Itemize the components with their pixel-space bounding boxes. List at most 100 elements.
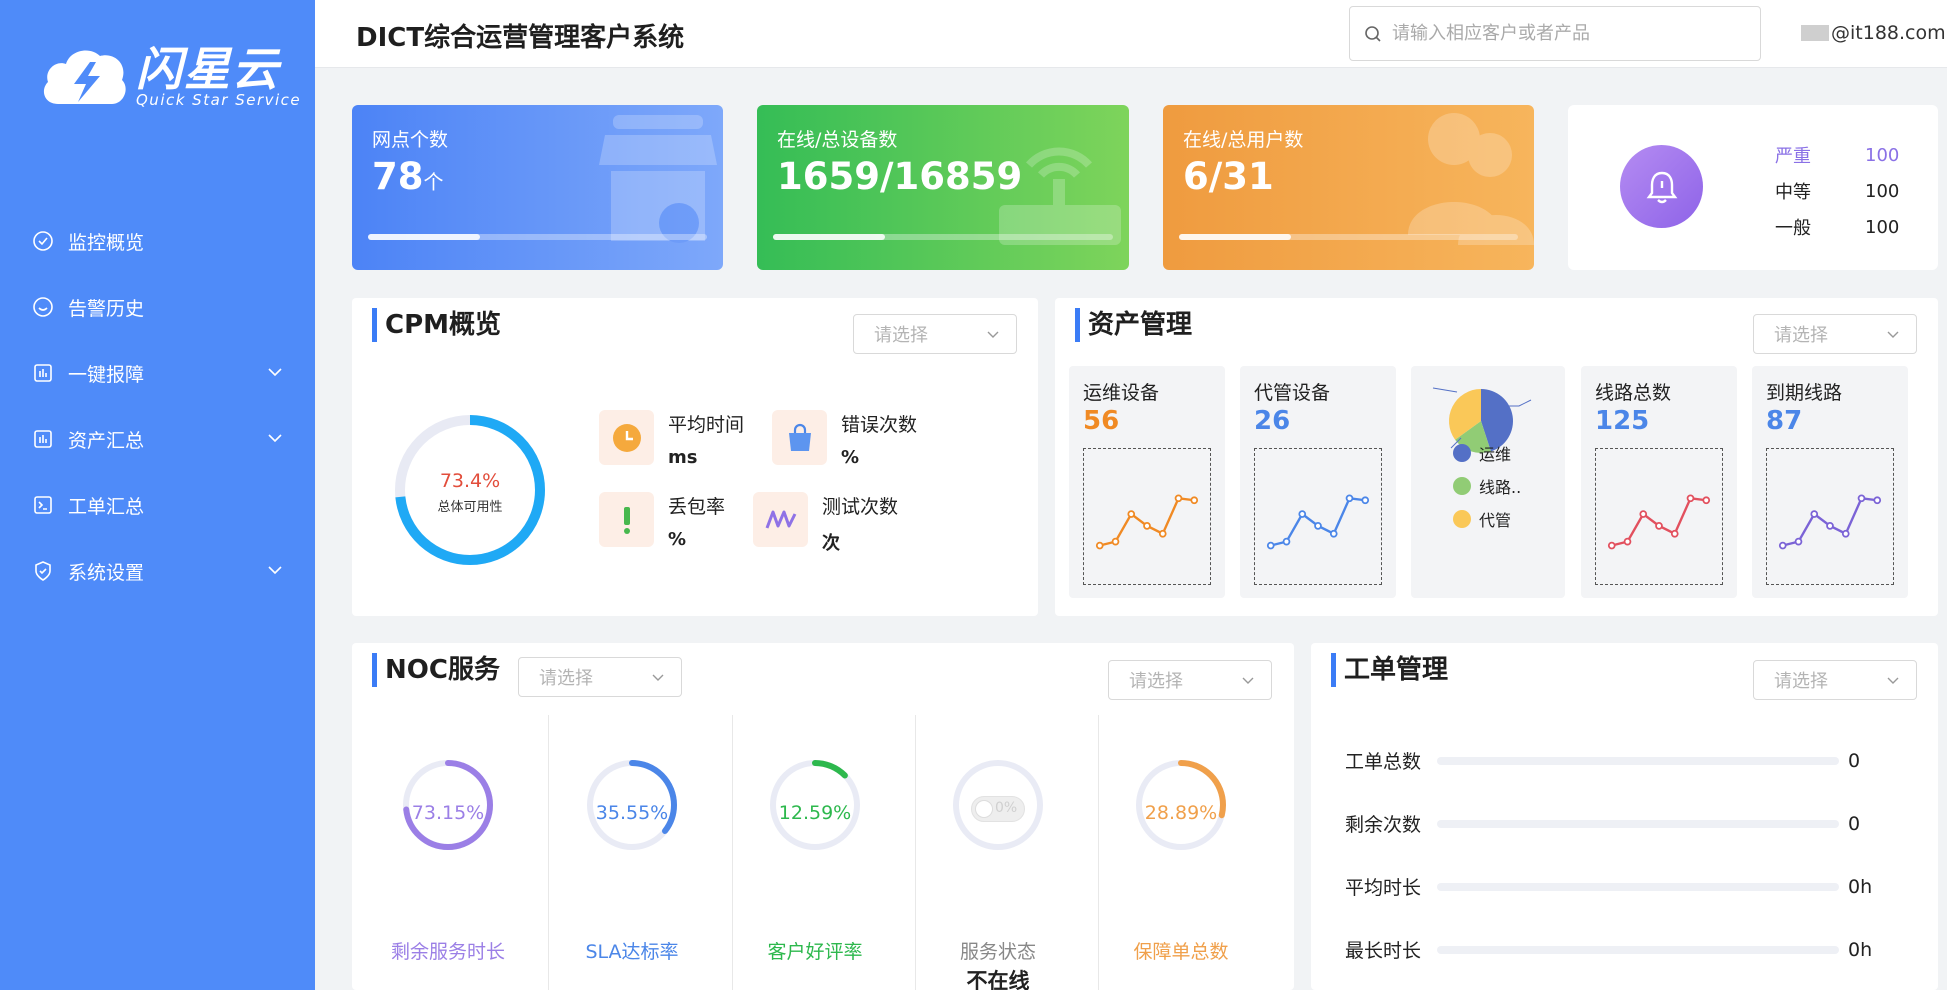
pie-legend-item[interactable]: 代管 (1453, 502, 1521, 535)
sparkline-point (1314, 522, 1322, 530)
search-input[interactable] (1392, 23, 1732, 44)
chevron-down-icon (268, 434, 282, 443)
bell-icon (1646, 171, 1677, 203)
sidebar-item-label: 资产汇总 (68, 429, 145, 452)
sparkline-point (1623, 537, 1632, 546)
work-order-row-max-duration: 最长时长 0h (1345, 938, 1873, 963)
header: DICT综合运营管理客户系统 @it188.com (315, 0, 1947, 68)
sparkline-point (1841, 529, 1850, 538)
users-icon (1408, 113, 1534, 245)
sparkline-point (1190, 496, 1199, 505)
panel-title: NOC服务 (372, 653, 500, 687)
cpm-metric-packet-loss: 丢包率% (599, 492, 725, 550)
cpm-panel: CPM概览 请选择 73.4% 总体可用性 平均时间ms 错误次数% 丢包率% (352, 298, 1038, 616)
asset-select[interactable]: 请选择 (1753, 314, 1917, 354)
logo-subtitle: Quick Star Service (136, 91, 302, 109)
status-toggle[interactable]: 0% (971, 796, 1025, 822)
stat-value: 1659/16859 (777, 155, 1023, 198)
work-order-panel: 工单管理 请选择 工单总数 0 剩余次数 0 平均时长 0h 最长时长 0h (1311, 643, 1938, 990)
exclamation-icon (623, 506, 630, 534)
gauge-percent: 35.55% (595, 802, 669, 824)
asset-card-ops-devices[interactable]: 运维设备 56 (1069, 366, 1225, 598)
cpm-metric-icon (599, 410, 654, 465)
asset-card-expiring-lines[interactable]: 到期线路 87 (1752, 366, 1908, 598)
gauge-percent: 12.59% (778, 802, 852, 824)
sidebar-item-work-order-summary[interactable]: 工单汇总 (0, 472, 315, 538)
sparkline-point (1857, 494, 1866, 503)
gauge-label: 保障单总数 (1133, 941, 1229, 963)
logo[interactable]: 闪星云 Quick Star Service (38, 42, 301, 112)
gauge-percent: 73.15% (411, 802, 485, 824)
sidebar-item-alarm-history[interactable]: 告警历史 (0, 274, 315, 340)
logo-title: 闪星云 (136, 42, 280, 96)
status-toggle-label: 0% (995, 800, 1018, 816)
gauge-label: 服务状态 (959, 941, 1036, 963)
sparkline-point (1686, 494, 1695, 503)
cloud-bolt-icon (43, 50, 126, 104)
asset-card-managed-devices[interactable]: 代管设备 26 (1240, 366, 1396, 598)
stat-progress-bar (1179, 234, 1518, 240)
cpm-metric-icon (753, 492, 808, 547)
work-order-select[interactable]: 请选择 (1753, 660, 1917, 700)
pie-leader-line (1432, 387, 1458, 393)
work-order-row-total: 工单总数 0 (1345, 749, 1861, 774)
work-order-row-remaining: 剩余次数 0 (1345, 812, 1861, 837)
sidebar-item-asset-summary[interactable]: 资产汇总 (0, 406, 315, 472)
noc-select-primary[interactable]: 请选择 (518, 657, 682, 697)
redacted-username (1801, 25, 1829, 41)
sidebar-item-fault-report[interactable]: 一键报障 (0, 340, 315, 406)
noc-gauge-service-status[interactable]: 0% 服务状态 不在线 (907, 715, 1089, 990)
chevron-down-icon (987, 331, 999, 338)
asset-sparkline (1766, 448, 1894, 585)
pie-leader-line (1507, 399, 1532, 407)
user-account[interactable]: @it188.com (1801, 22, 1946, 44)
sidebar-item-label: 系统设置 (68, 561, 145, 584)
cpm-metric-icon (599, 492, 654, 547)
sidebar-item-monitor-overview[interactable]: 监控概览 (0, 208, 315, 274)
work-order-bar (1437, 756, 1839, 765)
alarm-level-list: 严重 100 中等 100 一般 100 (1775, 137, 1899, 245)
cpm-metric-test-count: 测试次数次 (753, 492, 898, 555)
stat-progress-bar (773, 234, 1113, 240)
chart-box-icon (34, 430, 52, 448)
asset-card-total-lines[interactable]: 线路总数 125 (1581, 366, 1737, 598)
asset-value: 87 (1766, 406, 1803, 436)
pie-legend-item[interactable]: 线路.. (1453, 469, 1521, 502)
asset-sparkline (1254, 448, 1382, 585)
sparkline-point (1298, 510, 1307, 518)
sparkline-point (1826, 522, 1834, 530)
stat-label: 网点个数 (372, 129, 449, 151)
sparkline-point (1607, 541, 1616, 550)
cpm-select[interactable]: 请选择 (853, 314, 1017, 354)
noc-gauge-sla[interactable]: 35.55% SLA达标率 (541, 715, 723, 990)
alarm-level-medium[interactable]: 中等 100 (1775, 173, 1899, 209)
stat-label: 在线/总用户数 (1183, 129, 1304, 151)
noc-gauge-remaining-service[interactable]: 73.15% 剩余服务时长 (357, 715, 539, 990)
pie-legend-item[interactable]: 运维 (1453, 436, 1521, 469)
chevron-down-icon (1887, 677, 1899, 684)
cpm-metric-icon (772, 410, 827, 465)
noc-gauge-guarantee-orders[interactable]: 28.89% 保障单总数 (1090, 715, 1272, 990)
asset-distribution-pie: 运维 线路.. 代管 (1411, 366, 1565, 598)
asset-sparkline (1595, 448, 1723, 585)
alarm-level-critical[interactable]: 严重 100 (1775, 137, 1899, 173)
sparkline-point (1266, 541, 1275, 550)
noc-select-secondary[interactable]: 请选择 (1108, 660, 1272, 700)
legend-label: 代管 (1479, 510, 1512, 530)
alarm-level-normal[interactable]: 一般 100 (1775, 209, 1899, 245)
sparkline-point (1655, 522, 1663, 530)
work-order-bar (1437, 882, 1839, 891)
chevron-down-icon (1887, 331, 1899, 338)
sparkline-point (1329, 529, 1338, 538)
sparkline-point (1095, 541, 1104, 550)
pie-legend: 运维 线路.. 代管 (1453, 436, 1521, 535)
stat-card-users: 在线/总用户数 6/31 (1163, 105, 1534, 270)
gauge-percent: 28.89% (1144, 802, 1218, 824)
alarm-bell-badge[interactable] (1620, 145, 1703, 228)
noc-gauge-satisfaction[interactable]: 12.59% 客户好评率 (724, 715, 906, 990)
stat-progress-fill (1179, 234, 1291, 240)
terminal-icon (34, 496, 52, 514)
sidebar-item-system-settings[interactable]: 系统设置 (0, 538, 315, 604)
search-box[interactable] (1349, 6, 1761, 61)
noc-panel: NOC服务 请选择 请选择 73.15% 剩余服务时长 35.55% SLA达标… (352, 643, 1294, 990)
